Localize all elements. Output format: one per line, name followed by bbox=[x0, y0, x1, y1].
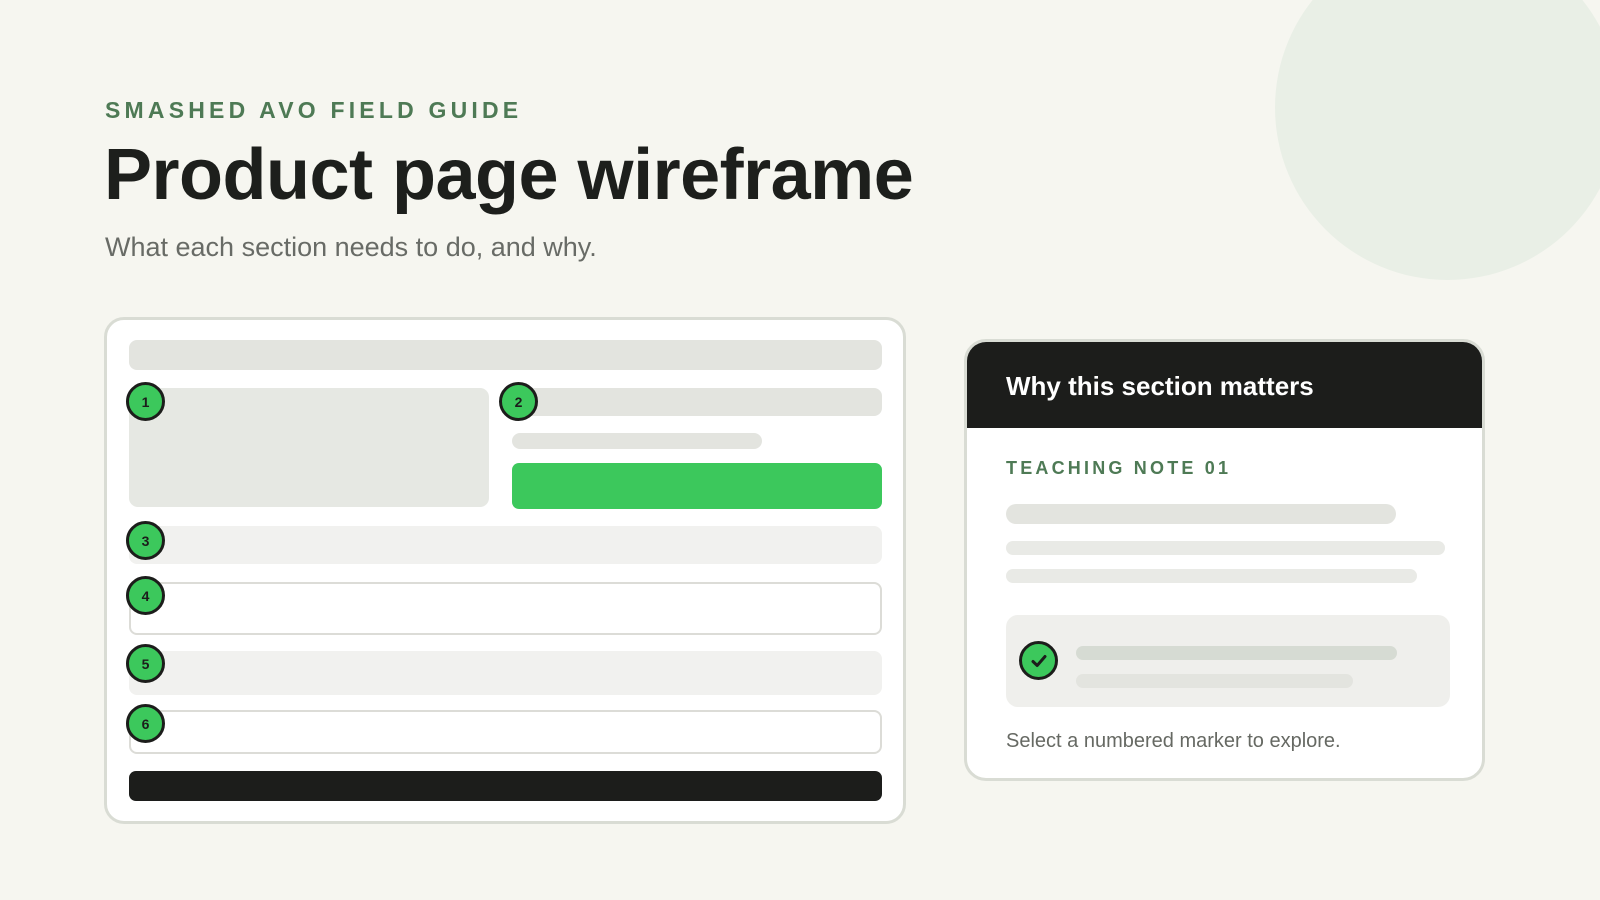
wireframe-panel: 1 2 3 4 5 6 bbox=[104, 317, 906, 824]
eyebrow-label: SMASHED AVO FIELD GUIDE bbox=[105, 97, 523, 123]
info-card-hint: Select a numbered marker to explore. bbox=[1006, 730, 1341, 752]
section-info-card: Why this section matters TEACHING NOTE 0… bbox=[964, 339, 1485, 781]
marker-5-button[interactable]: 5 bbox=[126, 644, 165, 683]
wireframe-product-price bbox=[512, 433, 762, 449]
wireframe-add-to-cart-block bbox=[512, 463, 882, 509]
wireframe-product-name bbox=[512, 388, 882, 416]
wireframe-section-5 bbox=[129, 651, 882, 695]
page-title: Product page wireframe bbox=[104, 135, 914, 215]
info-card-header: Why this section matters bbox=[967, 342, 1482, 428]
check-circle-icon bbox=[1019, 641, 1058, 680]
placeholder-line-checklist bbox=[1076, 646, 1397, 660]
info-card-title: Why this section matters bbox=[1006, 371, 1314, 401]
placeholder-line-body bbox=[1006, 541, 1445, 555]
placeholder-line-checklist bbox=[1076, 674, 1353, 688]
marker-1-button[interactable]: 1 bbox=[126, 382, 165, 421]
slide: SMASHED AVO FIELD GUIDE Product page wir… bbox=[0, 0, 1600, 900]
wireframe-footer bbox=[129, 771, 882, 801]
wireframe-section-3 bbox=[129, 526, 882, 564]
marker-4-button[interactable]: 4 bbox=[126, 576, 165, 615]
page-subtitle: What each section needs to do, and why. bbox=[105, 232, 597, 262]
marker-3-button[interactable]: 3 bbox=[126, 521, 165, 560]
wireframe-nav-bar bbox=[129, 340, 882, 370]
placeholder-line-heading bbox=[1006, 504, 1396, 524]
wireframe-product-image bbox=[129, 388, 489, 507]
teaching-note-label: TEACHING NOTE 01 bbox=[1006, 458, 1232, 478]
placeholder-line-body bbox=[1006, 569, 1417, 583]
wireframe-section-6 bbox=[129, 710, 882, 754]
marker-6-button[interactable]: 6 bbox=[126, 704, 165, 743]
checklist-item bbox=[1006, 615, 1450, 707]
wireframe-section-4 bbox=[129, 582, 882, 635]
decorative-circle bbox=[1275, 0, 1600, 280]
marker-2-button[interactable]: 2 bbox=[499, 382, 538, 421]
